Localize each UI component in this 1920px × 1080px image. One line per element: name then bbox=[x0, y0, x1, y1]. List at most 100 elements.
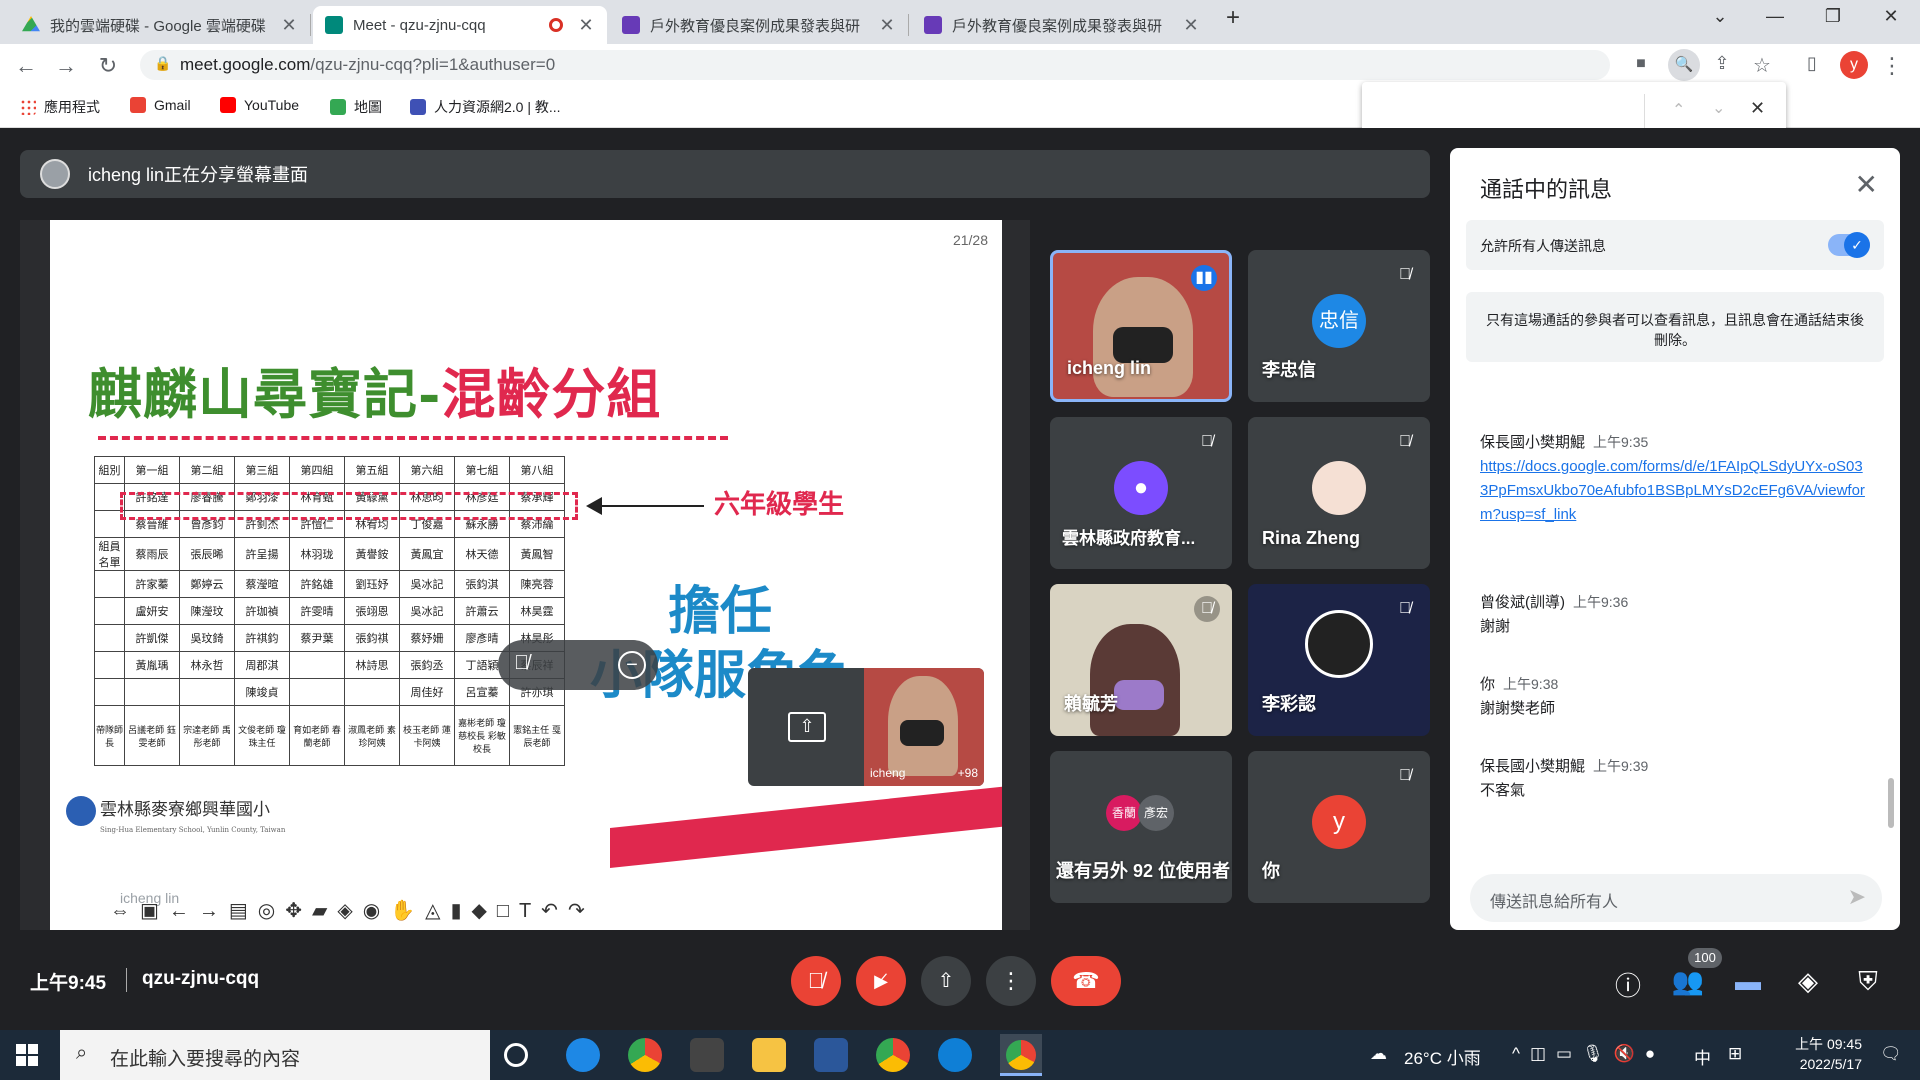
people-icon[interactable]: 👥 bbox=[1670, 966, 1706, 997]
mic-off-icon: 🎙̸ bbox=[1399, 266, 1411, 283]
word-icon[interactable] bbox=[814, 1038, 848, 1072]
mic-toggle-button[interactable]: 🎙̸ bbox=[791, 956, 841, 1006]
participant-tile[interactable]: ▮▮ icheng lin bbox=[1050, 250, 1232, 402]
close-icon[interactable]: ✕ bbox=[1855, 168, 1878, 201]
close-window-button[interactable]: ✕ bbox=[1876, 6, 1906, 27]
self-view-pip[interactable]: ⇧ icheng +98 bbox=[748, 668, 984, 786]
side-panel-icon[interactable]: ▯ bbox=[1798, 53, 1826, 74]
input-method-indicator[interactable]: 中 bbox=[1694, 1044, 1711, 1069]
video-editor-icon[interactable] bbox=[690, 1038, 724, 1072]
weather-text[interactable]: 26°C 小雨 bbox=[1404, 1044, 1481, 1069]
chrome-icon[interactable] bbox=[876, 1038, 910, 1072]
bookmark-gmail[interactable]: Gmail bbox=[130, 97, 191, 113]
mic-off-icon[interactable]: 🎙̸ bbox=[514, 652, 529, 675]
new-tab-button[interactable]: + bbox=[1218, 4, 1248, 32]
tab-title: 戶外教育優良案例成果發表與研 bbox=[650, 17, 861, 35]
find-icon[interactable]: 🔍 bbox=[1668, 49, 1700, 81]
table-cell bbox=[94, 570, 125, 598]
close-tab-icon[interactable]: ✕ bbox=[878, 15, 896, 36]
participant-tile[interactable]: 🎙̸ Rina Zheng bbox=[1248, 417, 1430, 569]
present-button[interactable]: ⇧ bbox=[921, 956, 971, 1006]
maximize-button[interactable]: ❐ bbox=[1818, 6, 1848, 27]
tab-google-drive[interactable]: 我的雲端硬碟 - Google 雲端硬碟 ✕ bbox=[10, 6, 310, 44]
taskbar-search[interactable]: ⌕ 在此輸入要搜尋的內容 bbox=[60, 1030, 490, 1080]
participant-tile[interactable]: 🎙̸ 忠信 李忠信 bbox=[1248, 250, 1430, 402]
profile-avatar[interactable]: y bbox=[1840, 51, 1868, 79]
participant-avatar: y bbox=[1312, 795, 1366, 849]
edge-icon[interactable] bbox=[938, 1038, 972, 1072]
camera-toggle-button[interactable]: ▶̸ bbox=[856, 956, 906, 1006]
file-explorer-icon[interactable] bbox=[752, 1038, 786, 1072]
pip-controls[interactable]: 🎙̸ − bbox=[498, 640, 658, 690]
reload-icon[interactable]: ↻ bbox=[94, 53, 122, 79]
find-previous-icon[interactable]: ⌃ bbox=[1672, 100, 1685, 120]
allow-messages-toggle[interactable]: ✓ bbox=[1828, 232, 1870, 258]
bookmark-apps[interactable]: 應用程式 bbox=[20, 97, 100, 117]
host-controls-icon[interactable]: ⛨ bbox=[1850, 966, 1886, 998]
chrome-icon[interactable] bbox=[628, 1038, 662, 1072]
close-tab-icon[interactable]: ✕ bbox=[1182, 15, 1200, 36]
bookmark-star-icon[interactable]: ☆ bbox=[1748, 53, 1776, 78]
chat-input[interactable]: 傳送訊息給所有人 ➤ bbox=[1470, 874, 1882, 922]
google-meet-icon bbox=[325, 16, 343, 34]
find-close-icon[interactable]: ✕ bbox=[1750, 98, 1765, 119]
table-cell bbox=[289, 678, 345, 706]
tab-search-icon[interactable]: ⌄ bbox=[1705, 6, 1735, 27]
browser-menu-icon[interactable]: ⋮ bbox=[1878, 53, 1906, 79]
share-icon[interactable]: ⇪ bbox=[1708, 53, 1736, 74]
find-next-icon[interactable]: ⌄ bbox=[1712, 98, 1725, 118]
pip-name: icheng bbox=[870, 766, 906, 780]
tab-forms-2[interactable]: 戶外教育優良案例成果發表與研 ✕ bbox=[912, 6, 1212, 44]
self-video: icheng +98 bbox=[864, 668, 984, 786]
camera-in-use-icon[interactable]: ■ bbox=[1627, 55, 1655, 73]
task-view-icon[interactable] bbox=[504, 1043, 528, 1067]
participant-tile[interactable]: 🎙̸ y 你 bbox=[1248, 751, 1430, 903]
browser-tab-bar: 我的雲端硬碟 - Google 雲端硬碟 ✕ Meet - qzu-zjnu-c… bbox=[0, 0, 1920, 44]
chat-scrollbar[interactable] bbox=[1888, 778, 1894, 828]
url-field[interactable]: 🔒 meet.google.com/qzu-zjnu-cqq?pli=1&aut… bbox=[140, 50, 1610, 80]
weather-icon[interactable]: ☁ bbox=[1370, 1044, 1387, 1064]
back-icon[interactable]: ← bbox=[12, 53, 40, 79]
notifications-icon[interactable]: 🗨 bbox=[1880, 1044, 1902, 1064]
tab-title: 我的雲端硬碟 - Google 雲端硬碟 bbox=[50, 17, 266, 35]
slide-title-accent: 混齡分組 bbox=[441, 362, 662, 426]
present-screen-icon[interactable]: ⇧ bbox=[788, 712, 826, 742]
leave-call-button[interactable]: ☎ bbox=[1051, 956, 1121, 1006]
annotation-toolbar[interactable]: ⇔▣←→▤◎✥▰◈◉✋◬▮◆□T↶↷ bbox=[110, 898, 810, 922]
table-cell: 宗達老師 禹彤老師 bbox=[179, 705, 235, 766]
participant-tile[interactable]: 🎙̸ ● 雲林縣政府教育... bbox=[1050, 417, 1232, 569]
participant-tile[interactable]: 🎙̸ 賴毓芳 bbox=[1050, 584, 1232, 736]
minimize-button[interactable]: — bbox=[1760, 6, 1790, 27]
participant-tile[interactable]: 🎙̸ 李彩認 bbox=[1248, 584, 1430, 736]
more-options-button[interactable]: ⋮ bbox=[986, 956, 1036, 1006]
ie-icon[interactable] bbox=[566, 1038, 600, 1072]
message-time: 上午9:39 bbox=[1593, 758, 1649, 774]
bookmark-hr[interactable]: 人力資源網2.0 | 教... bbox=[410, 97, 561, 117]
table-cell: 第四組 bbox=[289, 456, 345, 484]
bookmark-maps[interactable]: 地圖 bbox=[330, 97, 382, 117]
speaking-indicator-icon: ▮▮ bbox=[1191, 265, 1217, 291]
message-link[interactable]: https://docs.google.com/forms/d/e/1FAIpQ… bbox=[1480, 455, 1870, 527]
forward-icon[interactable]: → bbox=[52, 53, 80, 79]
ime-mode-icon[interactable]: ⊞ bbox=[1728, 1044, 1742, 1064]
tab-forms-1[interactable]: 戶外教育優良案例成果發表與研 ✕ bbox=[610, 6, 908, 44]
remove-icon[interactable]: − bbox=[618, 651, 646, 679]
participant-tile[interactable]: 香蘭 彥宏 還有另外 92 位使用者 bbox=[1050, 751, 1232, 903]
table-cell: 呂議老師 鈺雯老師 bbox=[124, 705, 180, 766]
close-tab-icon[interactable]: ✕ bbox=[280, 15, 298, 36]
chat-icon[interactable]: ▬ bbox=[1730, 966, 1766, 997]
tab-meet[interactable]: Meet - qzu-zjnu-cqq ✕ bbox=[313, 6, 607, 44]
meeting-code: qzu-zjnu-cqq bbox=[142, 968, 260, 989]
chat-message: 保長國小樊期鯤 上午9:35 https://docs.google.com/fo… bbox=[1480, 430, 1870, 527]
bookmark-youtube[interactable]: YouTube bbox=[220, 97, 299, 113]
chrome-active-icon[interactable] bbox=[1000, 1034, 1042, 1076]
start-button[interactable] bbox=[16, 1044, 38, 1066]
system-clock[interactable]: 上午 09:45 2022/5/17 bbox=[1770, 1034, 1862, 1074]
send-icon[interactable]: ➤ bbox=[1848, 884, 1866, 910]
find-input[interactable] bbox=[1372, 94, 1652, 130]
tray-icons[interactable]: ^◫▭🎙🔇● bbox=[1512, 1044, 1665, 1064]
activities-icon[interactable]: ◈ bbox=[1790, 966, 1826, 997]
meeting-info-icon[interactable]: ⓘ bbox=[1610, 966, 1646, 1003]
table-cell: 淑鳳老師 素珍阿姨 bbox=[344, 705, 400, 766]
close-tab-icon[interactable]: ✕ bbox=[577, 15, 595, 36]
